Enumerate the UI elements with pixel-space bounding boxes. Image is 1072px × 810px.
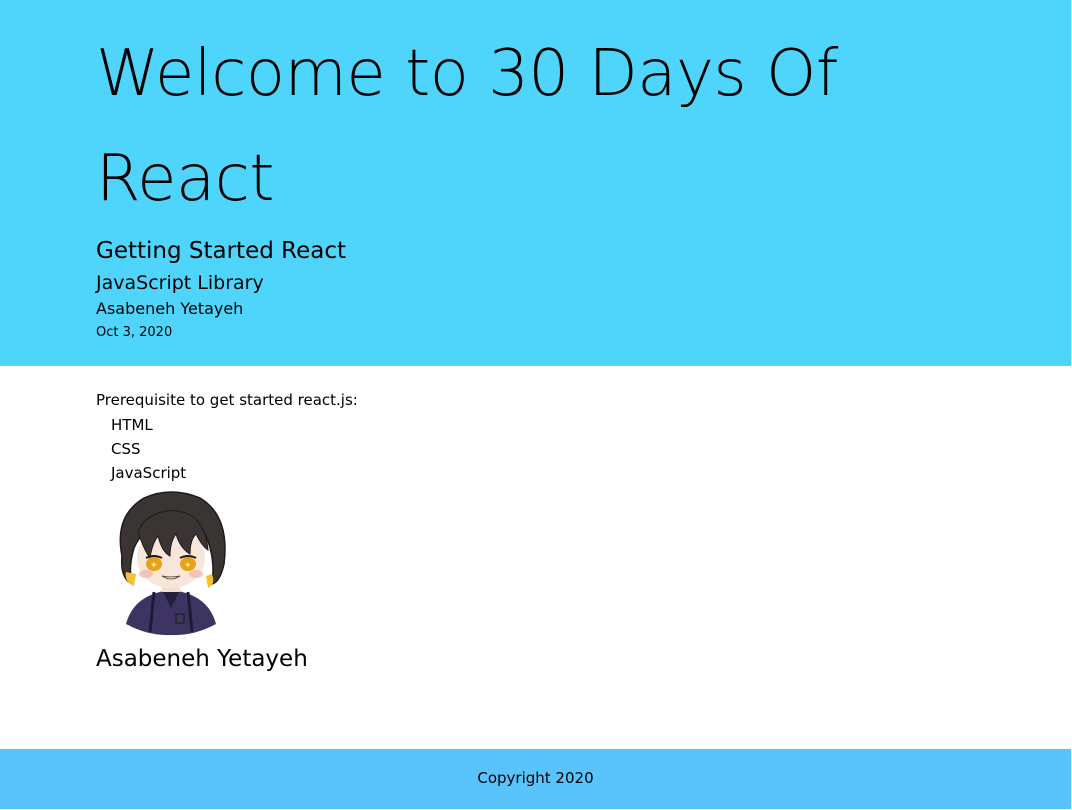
page-title: Welcome to 30 Days Of React: [96, 37, 838, 216]
header-subtitle: Getting Started React: [96, 238, 346, 264]
avatar: ✦ ✦: [104, 486, 238, 636]
main-content: Prerequisite to get started react.js: HT…: [0, 366, 1072, 749]
tech-list-item: HTML: [111, 416, 153, 434]
tech-list-item: CSS: [111, 440, 141, 458]
page: Welcome to 30 Days Of React Getting Star…: [0, 0, 1072, 810]
svg-text:✦: ✦: [184, 561, 192, 571]
anime-avatar-icon: ✦ ✦: [119, 491, 226, 636]
copyright-text: Copyright 2020: [477, 769, 594, 787]
page-header: Welcome to 30 Days Of React Getting Star…: [0, 0, 1071, 366]
svg-text:✦: ✦: [150, 561, 158, 571]
header-library: JavaScript Library: [96, 272, 264, 294]
user-name: Asabeneh Yetayeh: [96, 646, 308, 672]
header-date: Oct 3, 2020: [96, 325, 173, 340]
page-footer: Copyright 2020: [0, 749, 1071, 809]
tech-list: HTML CSS JavaScript: [111, 413, 186, 485]
prerequisite-title: Prerequisite to get started react.js:: [96, 391, 358, 409]
header-author: Asabeneh Yetayeh: [96, 299, 244, 318]
tech-list-item: JavaScript: [111, 464, 187, 482]
